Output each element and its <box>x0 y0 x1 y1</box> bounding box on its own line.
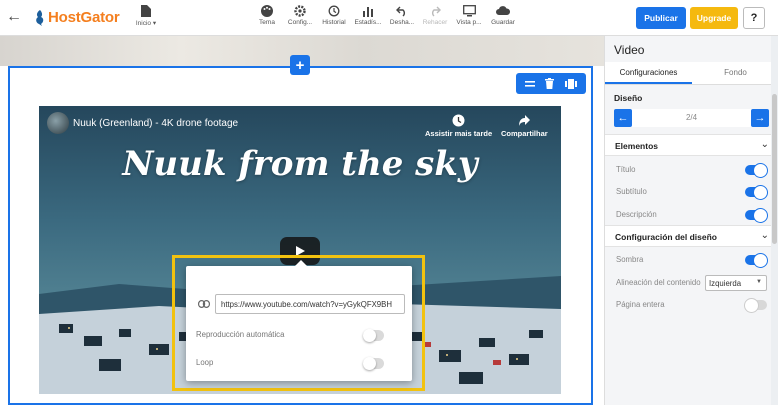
trash-icon[interactable] <box>545 78 555 89</box>
tab-configuraciones[interactable]: Configuraciones <box>605 62 692 84</box>
vista-previa-button[interactable]: Vista p... <box>455 5 483 26</box>
config-button[interactable]: Config... <box>286 5 314 26</box>
sombra-toggle[interactable] <box>745 253 768 268</box>
panel-tabs: Configuraciones Fondo <box>605 62 778 85</box>
top-bar: ← HostGator Inicio ▾ Tema Config... Hist… <box>0 0 778 36</box>
sombra-row: Sombra <box>605 249 778 271</box>
share-icon <box>518 115 530 126</box>
share-button[interactable]: Compartilhar <box>501 114 548 138</box>
popup-pointer <box>294 260 308 267</box>
subtitulo-row: Subtítulo <box>605 181 778 203</box>
back-arrow-icon[interactable]: ← <box>6 8 22 26</box>
subtitulo-toggle[interactable] <box>745 185 768 200</box>
loop-label: Loop <box>196 358 214 367</box>
publish-button[interactable]: Publicar <box>636 7 686 29</box>
descripcion-row: Descripción <box>605 204 778 226</box>
design-config-section-header[interactable]: Configuración del diseño ⌄ <box>605 225 778 247</box>
brand-name: HostGator <box>48 9 120 26</box>
link-icon <box>198 300 210 308</box>
url-row: https://www.youtube.com/watch?v=yGykQFX9… <box>198 294 405 314</box>
section-toolbar <box>516 73 586 94</box>
cloud-icon <box>496 6 510 15</box>
channel-avatar[interactable] <box>47 112 69 134</box>
panel-title: Video <box>614 43 645 57</box>
config-label: Config... <box>287 19 313 26</box>
video-title[interactable]: Nuuk (Greenland) - 4K drone footage <box>73 118 238 129</box>
plus-icon: + <box>295 56 305 74</box>
columns-icon[interactable] <box>564 78 577 89</box>
video-url-input[interactable]: https://www.youtube.com/watch?v=yGykQFX9… <box>215 294 405 314</box>
gear-icon <box>294 5 306 17</box>
alineacion-label: Alineación del contenido <box>616 278 701 287</box>
settings-panel: Video Configuraciones Fondo Diseño ← 2/4… <box>604 36 778 405</box>
historial-button[interactable]: Historial <box>319 5 349 26</box>
alineacion-row: Alineación del contenido Izquierda ▼ <box>605 272 778 294</box>
rehacer-label: Rehacer <box>422 19 448 26</box>
autoplay-label: Reproducción automática <box>196 330 285 339</box>
chevron-down-icon: ⌄ <box>760 139 769 150</box>
chevron-right-icon[interactable]: → <box>751 109 769 127</box>
alineacion-select[interactable]: Izquierda ▼ <box>705 275 767 291</box>
drag-handle-icon[interactable] <box>525 80 536 88</box>
titulo-label: Título <box>616 165 636 174</box>
guardar-label: Guardar <box>491 19 515 26</box>
monitor-icon <box>462 5 476 17</box>
design-pager: ← 2/4 → <box>614 109 769 127</box>
upgrade-button[interactable]: Upgrade <box>690 7 738 29</box>
panel-scrollbar[interactable] <box>771 36 778 405</box>
descripcion-toggle[interactable] <box>745 208 768 223</box>
chevron-down-icon: ▼ <box>756 279 762 285</box>
elements-heading: Elementos <box>615 141 658 151</box>
loop-toggle[interactable] <box>363 357 384 370</box>
video-settings-popup: https://www.youtube.com/watch?v=yGykQFX9… <box>186 260 412 381</box>
guardar-button[interactable]: Guardar <box>489 5 517 26</box>
design-config-heading: Configuración del diseño <box>615 232 718 242</box>
inicio-menu[interactable]: Inicio ▾ <box>132 5 160 27</box>
watch-later-label: Assistir mais tarde <box>425 129 493 138</box>
rehacer-button[interactable]: Rehacer <box>421 5 449 26</box>
undo-icon <box>396 6 405 17</box>
titulo-toggle[interactable] <box>745 163 768 178</box>
hostgator-logo-icon <box>36 9 44 26</box>
history-icon <box>328 5 340 17</box>
share-label: Compartilhar <box>501 129 548 138</box>
logo: HostGator <box>34 9 120 26</box>
inicio-label: Inicio <box>135 20 152 27</box>
pagina-entera-row: Página entera <box>605 294 778 316</box>
design-page-indicator: 2/4 <box>685 113 698 122</box>
add-section-button[interactable]: + <box>290 55 310 75</box>
palette-icon <box>261 5 273 17</box>
estadisticas-label: Estadís... <box>354 19 382 26</box>
video-overlay-title: Nuuk from the sky <box>122 144 478 184</box>
deshacer-label: Desha... <box>389 19 415 26</box>
help-button[interactable]: ? <box>743 7 765 29</box>
bar-chart-icon <box>363 7 373 17</box>
clock-icon <box>452 114 465 127</box>
tab-fondo[interactable]: Fondo <box>692 62 778 84</box>
watch-later-button[interactable]: Assistir mais tarde <box>425 114 492 138</box>
estadisticas-button[interactable]: Estadís... <box>353 5 383 26</box>
titulo-row: Título <box>605 159 778 181</box>
file-icon <box>141 5 151 17</box>
scrollbar-thumb[interactable] <box>772 94 777 244</box>
pagina-entera-toggle[interactable] <box>744 298 767 313</box>
autoplay-toggle[interactable] <box>363 329 384 342</box>
redo-icon <box>432 6 441 17</box>
pagina-entera-label: Página entera <box>616 300 665 309</box>
tema-button[interactable]: Tema <box>256 5 278 26</box>
descripcion-label: Descripción <box>616 210 657 219</box>
chevron-left-icon[interactable]: ← <box>614 109 632 127</box>
tema-label: Tema <box>259 19 275 26</box>
chevron-down-icon: ⌄ <box>760 230 769 241</box>
historial-label: Historial <box>322 19 346 26</box>
design-heading: Diseño <box>614 93 643 103</box>
alineacion-value: Izquierda <box>709 279 742 288</box>
subtitulo-label: Subtítulo <box>616 187 647 196</box>
elements-section-header[interactable]: Elementos ⌄ <box>605 134 778 156</box>
sombra-label: Sombra <box>616 255 644 264</box>
deshacer-button[interactable]: Desha... <box>388 5 416 26</box>
vista-previa-label: Vista p... <box>456 19 482 26</box>
